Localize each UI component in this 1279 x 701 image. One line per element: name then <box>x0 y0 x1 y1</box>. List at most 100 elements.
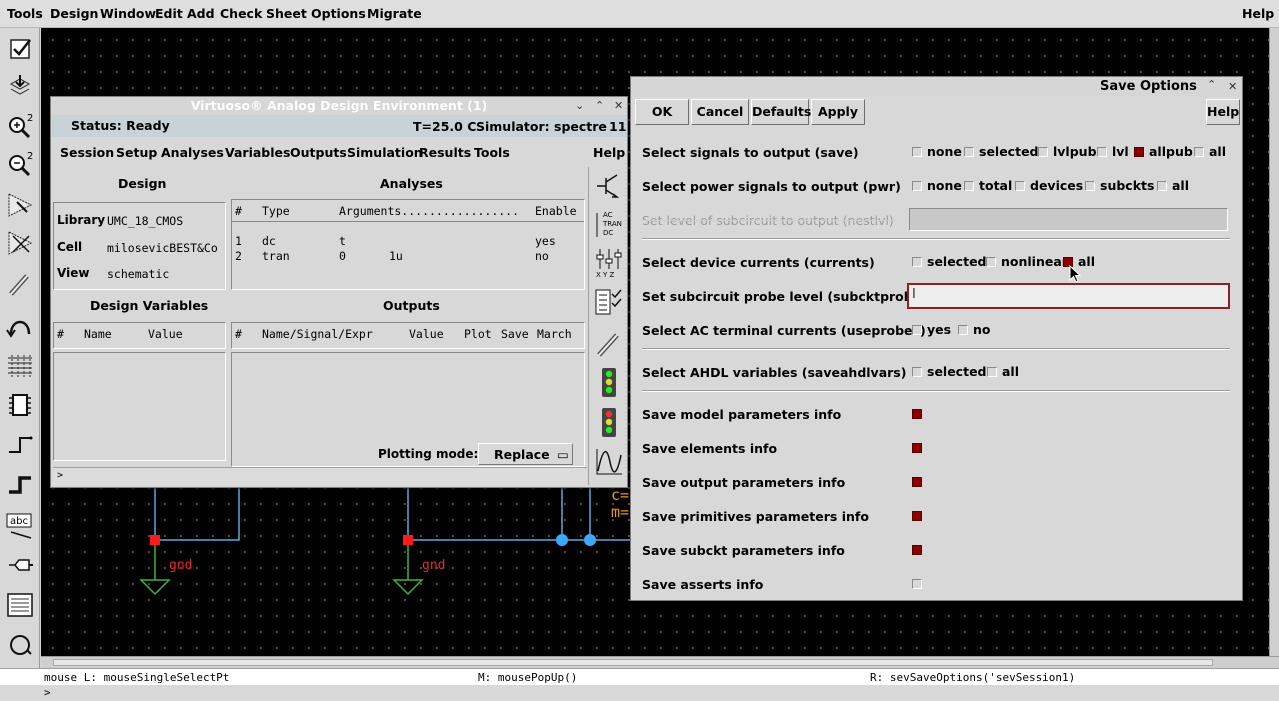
copy-icon[interactable] <box>3 226 37 260</box>
delete-icon[interactable] <box>3 268 37 302</box>
cancel-button[interactable]: Cancel <box>691 99 749 125</box>
menu-migrate[interactable]: Migrate <box>367 6 422 21</box>
instance-icon[interactable] <box>3 388 37 422</box>
menu-options[interactable]: Options <box>311 6 366 21</box>
save-model-params-checkbox[interactable] <box>912 409 922 419</box>
choose-analyses-icon[interactable]: AC TRAN DC <box>593 207 625 241</box>
save-none-checkbox[interactable] <box>912 147 922 157</box>
check-and-save-icon[interactable] <box>3 32 37 66</box>
plotting-mode-value: Replace <box>494 447 550 462</box>
pwr-none-checkbox[interactable] <box>912 181 922 191</box>
ade-titlebar[interactable]: Virtuoso® Analog Design Environment (1) … <box>51 97 627 115</box>
label-icon[interactable]: abc <box>3 508 37 542</box>
save-selected-checkbox[interactable] <box>964 147 974 157</box>
stop-simulation-icon[interactable] <box>593 405 625 439</box>
menu-tools[interactable]: Tools <box>7 6 43 21</box>
save-output-params-checkbox[interactable] <box>912 477 922 487</box>
ade-menu-outputs[interactable]: Outputs <box>290 145 347 160</box>
ade-status-text: Status: Ready <box>71 118 170 133</box>
save-lvlpub-checkbox[interactable] <box>1038 147 1048 157</box>
close-icon[interactable]: ✕ <box>614 97 623 115</box>
ahdl-selected-checkbox[interactable] <box>912 367 922 377</box>
pwr-subckts-checkbox[interactable] <box>1085 181 1095 191</box>
apply-button[interactable]: Apply <box>811 99 865 125</box>
pin-icon[interactable] <box>3 548 37 582</box>
zoom-in-icon[interactable]: 2 <box>3 110 37 144</box>
horizontal-scrollbar[interactable] <box>41 656 1279 668</box>
cmd-options-icon[interactable] <box>3 588 37 622</box>
pwr-total-checkbox[interactable] <box>964 181 974 191</box>
save-options-titlebar[interactable]: Save Options ⌃ ✕ <box>631 77 1242 97</box>
property-icon[interactable] <box>3 350 37 384</box>
transistor-icon[interactable] <box>593 169 625 203</box>
useprobes-yes-checkbox[interactable] <box>912 325 922 335</box>
command-line[interactable]: > <box>0 685 1279 701</box>
ade-menu-results[interactable]: Results <box>419 145 471 160</box>
repeat-icon[interactable] <box>3 628 37 662</box>
currents-selected-checkbox[interactable] <box>912 257 922 267</box>
ade-menu-variables[interactable]: Variables <box>225 145 290 160</box>
help-button[interactable]: Help <box>1206 99 1240 125</box>
probe-level-input[interactable]: I <box>907 283 1230 309</box>
close-icon[interactable]: ✕ <box>1228 77 1237 97</box>
ade-temperature: T=25.0 C <box>413 119 477 134</box>
ade-menu-tools[interactable]: Tools <box>474 145 510 160</box>
svg-text:TRAN: TRAN <box>602 220 622 228</box>
vertical-scrollbar[interactable] <box>1269 28 1279 656</box>
svg-text:2: 2 <box>27 151 33 162</box>
run-simulation-icon[interactable] <box>593 365 625 399</box>
save-allpub-checkbox[interactable] <box>1134 147 1144 157</box>
save-lvl-checkbox[interactable] <box>1097 147 1107 157</box>
zoom-out-icon[interactable]: 2 <box>3 148 37 182</box>
cell-label: Cell <box>57 240 83 254</box>
delete-output-icon[interactable] <box>593 327 625 361</box>
ade-menu-setup[interactable]: Setup <box>116 145 157 160</box>
pwr-none-label: none <box>927 178 962 193</box>
plotting-mode-dropdown[interactable]: Replace ▭ <box>478 443 573 465</box>
design-panel: Library UMC_18_CMOS Cell milosevicBEST&C… <box>53 202 226 290</box>
wire-wide-icon[interactable] <box>3 468 37 502</box>
menu-window[interactable]: Window <box>100 6 156 21</box>
maximize-icon[interactable]: ⌃ <box>1207 75 1216 95</box>
maximize-icon[interactable]: ⌃ <box>595 97 604 115</box>
menu-sheet[interactable]: Sheet <box>266 6 307 21</box>
menu-design[interactable]: Design <box>50 6 98 21</box>
ade-menu-simulation[interactable]: Simulation <box>347 145 423 160</box>
stretch-icon[interactable] <box>3 188 37 222</box>
ok-button[interactable]: OK <box>635 99 689 125</box>
menu-add[interactable]: Add <box>187 6 215 21</box>
currents-nonlinear-checkbox[interactable] <box>986 257 996 267</box>
pwr-devices-checkbox[interactable] <box>1015 181 1025 191</box>
save-asserts-checkbox[interactable] <box>912 579 922 589</box>
wire-narrow-icon[interactable] <box>3 428 37 462</box>
menu-help[interactable]: Help <box>1242 6 1274 21</box>
minimize-icon[interactable]: ⌄ <box>575 97 584 115</box>
menu-edit[interactable]: Edit <box>155 6 183 21</box>
pwr-all-checkbox[interactable] <box>1157 181 1167 191</box>
menu-check[interactable]: Check <box>220 6 262 21</box>
setup-outputs-icon[interactable] <box>593 285 625 319</box>
save-lvlpub-label: lvlpub <box>1053 144 1097 159</box>
design-variables-list[interactable] <box>53 352 226 461</box>
ahdl-all-checkbox[interactable] <box>987 367 997 377</box>
outputs-heading: Outputs <box>383 298 440 313</box>
horizontal-scroll-thumb[interactable] <box>53 659 1213 666</box>
ade-menu-help[interactable]: Help <box>593 145 625 160</box>
useprobes-no-checkbox[interactable] <box>958 325 968 335</box>
analyses-table[interactable]: # Type Arguments................. Enable… <box>231 199 585 290</box>
save-subckt-params-checkbox[interactable] <box>912 545 922 555</box>
save-allpub-label: allpub <box>1149 144 1193 159</box>
ade-prompt-line[interactable]: > <box>53 467 587 485</box>
plot-outputs-icon[interactable] <box>593 445 625 479</box>
ahdl-variables-label: Select AHDL variables (saveahdlvars) <box>642 365 907 380</box>
ade-menu-session[interactable]: Session <box>60 145 114 160</box>
defaults-button[interactable]: Defaults <box>751 99 811 125</box>
undo-icon[interactable] <box>3 310 37 344</box>
save-all-checkbox[interactable] <box>1194 147 1204 157</box>
outputs-list[interactable]: Plotting mode: Replace ▭ <box>231 352 585 467</box>
save-primitives-params-checkbox[interactable] <box>912 511 922 521</box>
edit-variables-icon[interactable]: X Y Z <box>593 245 625 279</box>
ade-menu-analyses[interactable]: Analyses <box>161 145 224 160</box>
save-icon[interactable] <box>3 70 37 104</box>
save-elements-checkbox[interactable] <box>912 443 922 453</box>
